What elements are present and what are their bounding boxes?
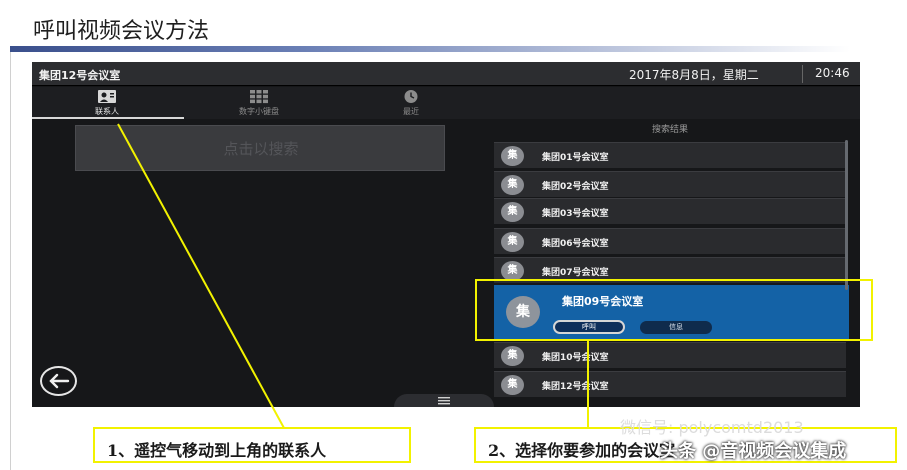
avatar: 集 [501,175,524,195]
list-item-label: 集团06号会议室 [542,239,609,249]
menu-lines-icon [438,397,450,405]
clock-icon [404,90,418,103]
tab-recent-label: 最近 [403,107,419,116]
list-item[interactable]: 集 集团02号会议室 [494,171,846,197]
search-input[interactable]: 点击以搜索 [75,125,445,171]
list-item[interactable]: 集 集团01号会议室 [494,142,846,168]
list-item-label: 集团12号会议室 [542,382,609,392]
active-tab-indicator [32,117,184,119]
list-item-label: 集团01号会议室 [542,153,609,163]
avatar: 集 [501,375,524,395]
caption-step-1-text: 1、遥控气移动到上角的联系人 [107,441,327,460]
slide-left-border [10,52,11,470]
slide-title: 呼叫视频会议方法 [33,19,210,44]
list-item[interactable]: 集 集团10号会议室 [494,342,846,368]
watermark-toutiao: 头条 @音视频会议集成 [660,441,847,462]
list-item[interactable]: 集 集团12号会议室 [494,371,846,397]
date-display: 2017年8月8日，星期二 [629,68,759,82]
tab-contacts-label: 联系人 [95,107,119,116]
caption-step-2-text: 2、选择你要参加的会议室 [488,441,676,460]
list-item[interactable]: 集 集团03号会议室 [494,198,846,224]
time-display: 20:46 [815,66,850,80]
avatar: 集 [501,146,524,166]
list-item-label: 集团07号会议室 [542,268,609,278]
back-button[interactable] [40,366,77,396]
back-arrow-icon [48,373,69,389]
keypad-icon [250,90,268,104]
menu-handle[interactable] [394,394,494,407]
status-bar: 集团12号会议室 2017年8月8日，星期二 20:46 [32,62,860,86]
avatar: 集 [501,232,524,252]
title-rule [10,46,850,52]
tab-bar: 联系人 数字小键盘 最近 [32,87,860,119]
selection-highlight-box [475,279,873,341]
avatar: 集 [501,261,524,281]
tab-keypad[interactable]: 数字小键盘 [184,87,334,119]
tab-keypad-label: 数字小键盘 [239,107,279,116]
list-item-label: 集团03号会议室 [542,209,609,219]
results-scrollbar[interactable] [845,140,848,290]
room-name: 集团12号会议室 [39,69,121,82]
tab-contacts[interactable]: 联系人 [32,87,182,119]
watermark-wechat: 微信号: polycomtd2013 [620,418,804,437]
avatar: 集 [501,346,524,366]
caption-step-1: 1、遥控气移动到上角的联系人 [93,427,411,463]
list-item-label: 集团10号会议室 [542,353,609,363]
results-title: 搜索结果 [652,125,689,135]
avatar: 集 [501,202,524,222]
list-item-label: 集团02号会议室 [542,182,609,192]
contact-card-icon [98,90,116,103]
search-placeholder: 点击以搜索 [223,140,299,158]
status-separator [802,65,803,83]
list-item[interactable]: 集 集团06号会议室 [494,228,846,254]
tab-recent[interactable]: 最近 [336,87,486,119]
device-screen: 集团12号会议室 2017年8月8日，星期二 20:46 联系人 数字小键盘 最… [32,62,860,407]
